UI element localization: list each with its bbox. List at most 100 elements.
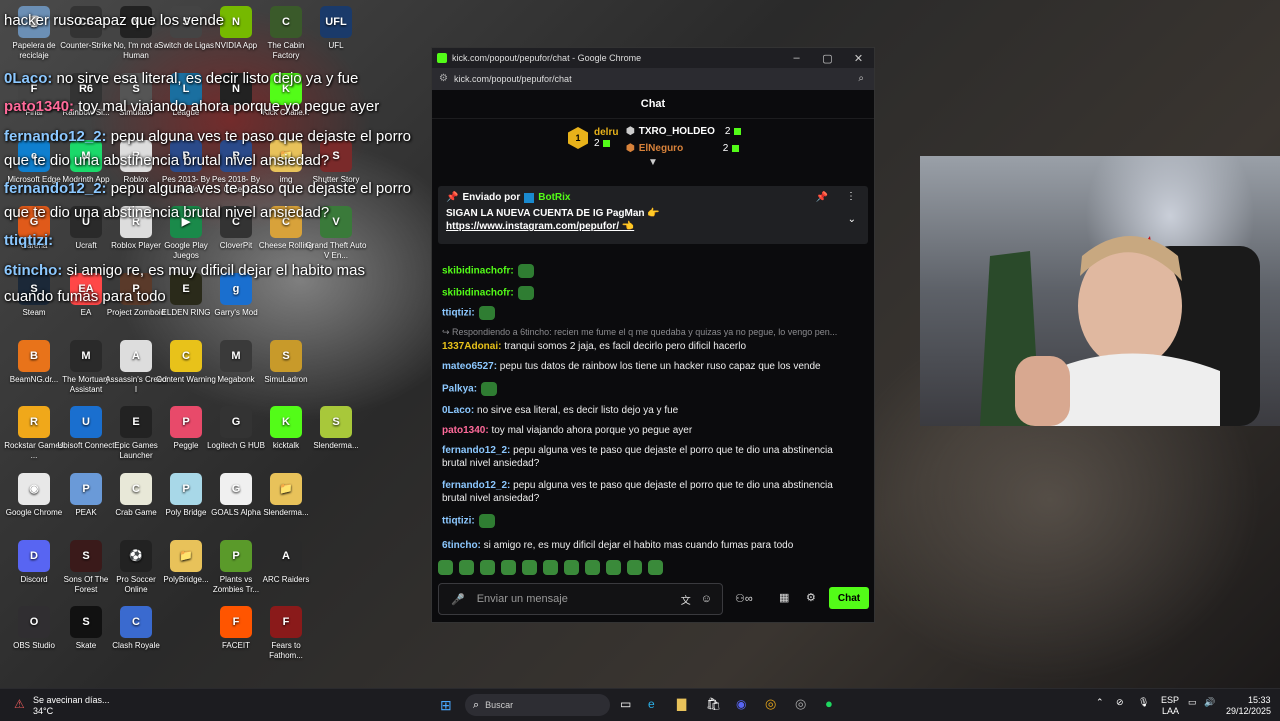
overlay-text: pepu alguna ves te paso que dejaste el p… xyxy=(106,128,411,145)
desktop-icon[interactable]: F Fears to Fathom... xyxy=(255,606,317,661)
chat-username[interactable]: 1337Adonai: xyxy=(442,341,501,352)
start-icon[interactable]: ⊞ xyxy=(440,697,452,714)
more-options-icon[interactable]: ⋮ xyxy=(846,191,856,202)
spotify-taskbar-icon[interactable]: ● xyxy=(825,696,833,711)
overlay-chat-line: cuando fumas para todo xyxy=(4,288,166,305)
mic-tray-icon[interactable]: 🎙 xyxy=(1138,697,1149,708)
store-taskbar-icon[interactable]: 🛍 xyxy=(706,697,721,711)
chat-username[interactable]: 0Laco: xyxy=(442,405,474,416)
weather-text[interactable]: Se avecinan días... xyxy=(33,695,110,705)
chat-input[interactable]: 🎤 Enviar un mensaje 文 ☺ xyxy=(438,583,723,615)
mic-icon[interactable]: 🎤 xyxy=(451,593,465,606)
quick-emote-icon[interactable] xyxy=(438,560,453,575)
translate-icon[interactable]: 文 xyxy=(681,592,691,607)
chat-message: fernando12_2: pepu alguna ves te paso qu… xyxy=(442,444,857,470)
volume-icon[interactable]: 🔊 xyxy=(1204,697,1215,708)
weather-icon[interactable]: ⚠ xyxy=(14,697,25,711)
network-off-icon[interactable]: ⊘ xyxy=(1116,697,1124,708)
minimize-icon[interactable]: – xyxy=(781,52,812,65)
leaderboard-first[interactable]: 1 delru 2 xyxy=(568,127,618,149)
maximize-icon[interactable]: ▢ xyxy=(812,52,843,65)
chat-message: 0Laco: no sirve esa literal, es decir li… xyxy=(442,404,857,417)
app-icon: C xyxy=(170,340,202,372)
users-icon[interactable]: ⚇∞ xyxy=(735,592,753,605)
chat-username[interactable]: pato1340: xyxy=(442,425,489,436)
app-icon: UFL xyxy=(320,6,352,38)
settings-icon[interactable]: ⚙ xyxy=(806,591,816,604)
emote-icon[interactable] xyxy=(478,306,495,320)
chat-username[interactable]: ttiqtizi: xyxy=(442,308,475,319)
url-text[interactable]: kick.com/popout/pepufor/chat xyxy=(454,74,572,84)
title-bar[interactable]: kick.com/popout/pepufor/chat - Google Ch… xyxy=(432,48,874,68)
app-icon: M xyxy=(70,340,102,372)
second-count: 2 xyxy=(724,126,731,137)
pinned-line2[interactable]: https://www.instagram.com/pepufor/ 👈 xyxy=(446,221,860,232)
chat-username[interactable]: fernando12_2: xyxy=(442,445,510,456)
app-icon: F xyxy=(270,606,302,638)
quick-emote-icon[interactable] xyxy=(459,560,474,575)
chat-message: skibidinachofr: xyxy=(442,264,857,278)
chat-username[interactable]: skibidinachofr: xyxy=(442,266,514,277)
leaderboard-third[interactable]: ⬢ ElNeguro 2 xyxy=(626,143,740,154)
tune-icon[interactable]: ⚙ xyxy=(439,73,448,84)
zoom-icon[interactable]: ⌕ xyxy=(858,73,864,84)
leaderboard-second[interactable]: ⬢ TXRO_HOLDEO 2 xyxy=(626,126,742,137)
chat-input-placeholder: Enviar un mensaje xyxy=(476,593,568,605)
search-box[interactable]: ⌕ Buscar xyxy=(465,694,610,716)
quick-emote-icon[interactable] xyxy=(606,560,621,575)
chevron-down-icon[interactable]: ⌄ xyxy=(848,214,856,225)
quick-emote-icon[interactable] xyxy=(480,560,495,575)
chrome-taskbar-icon[interactable]: ◎ xyxy=(765,696,776,712)
display-icon[interactable]: ▭ xyxy=(1188,697,1197,708)
emote-icon[interactable] xyxy=(517,264,534,278)
desktop-icon[interactable]: S Slenderma... xyxy=(305,406,367,451)
steam-taskbar-icon[interactable]: ◎ xyxy=(795,696,806,712)
desktop-icon[interactable]: UFL UFL xyxy=(305,6,367,51)
desktop-icon[interactable]: C Clash Royale xyxy=(105,606,167,651)
chat-username[interactable]: Palkya: xyxy=(442,384,477,395)
overlay-chat-line: 0Laco: no sirve esa literal, es decir li… xyxy=(4,70,358,87)
address-bar[interactable]: ⚙ kick.com/popout/pepufor/chat ⌕ xyxy=(432,68,874,90)
bot-badge-icon xyxy=(524,192,535,203)
pinned-line1: SIGAN LA NUEVA CUENTA DE IG PagMan 👉 xyxy=(446,208,660,219)
quick-emote-icon[interactable] xyxy=(522,560,537,575)
chat-username[interactable]: fernando12_2: xyxy=(442,480,510,491)
desktop-icon[interactable]: S SimuLadron xyxy=(255,340,317,385)
explorer-taskbar-icon[interactable]: ▇ xyxy=(677,697,686,711)
quick-emote-icon[interactable] xyxy=(501,560,516,575)
close-icon[interactable]: ✕ xyxy=(843,52,874,65)
window-title: kick.com/popout/pepufor/chat - Google Ch… xyxy=(452,53,642,63)
unpin-icon[interactable]: 📌 xyxy=(816,192,828,203)
chat-username[interactable]: ttiqtizi: xyxy=(442,516,475,527)
store-icon[interactable]: ▦ xyxy=(779,591,789,604)
discord-taskbar-icon[interactable]: ◉ xyxy=(736,697,746,711)
task-view-icon[interactable]: ▭ xyxy=(620,697,631,711)
desktop-icon[interactable]: g Garry's Mod xyxy=(205,273,267,318)
lang-indicator[interactable]: ESP xyxy=(1161,695,1179,705)
quick-emote-icon[interactable] xyxy=(627,560,642,575)
chat-username[interactable]: skibidinachofr: xyxy=(442,288,514,299)
clock-time[interactable]: 15:33 xyxy=(1248,695,1271,705)
send-chat-button[interactable]: Chat xyxy=(829,587,869,609)
quick-emote-icon[interactable] xyxy=(585,560,600,575)
quick-emote-icon[interactable] xyxy=(543,560,558,575)
overlay-chat-line: que te dio una abstinencia brutal nivel … xyxy=(4,152,329,169)
emoji-icon[interactable]: ☺ xyxy=(701,593,712,605)
filter-icon[interactable]: ▼ xyxy=(648,157,658,168)
desktop-icon[interactable]: A ARC Raiders xyxy=(255,540,317,585)
app-icon: P xyxy=(70,473,102,505)
emote-icon[interactable] xyxy=(481,382,498,396)
desktop-icon[interactable]: 📁 Slenderma... xyxy=(255,473,317,518)
emote-icon[interactable] xyxy=(478,514,495,528)
quick-emote-icon[interactable] xyxy=(648,560,663,575)
chat-username[interactable]: 6tincho: xyxy=(442,540,481,551)
quick-emote-icon[interactable] xyxy=(564,560,579,575)
tray-chevron-icon[interactable]: ⌃ xyxy=(1096,697,1104,708)
app-icon: D xyxy=(18,540,50,572)
edge-taskbar-icon[interactable]: e xyxy=(648,697,655,711)
chat-username[interactable]: mateo6527: xyxy=(442,361,497,372)
emote-icon[interactable] xyxy=(517,286,534,300)
overlay-username: ttiqtizi: xyxy=(4,232,54,249)
pinned-message[interactable]: 📌 Enviado por BotRix SIGAN LA NUEVA CUEN… xyxy=(438,186,868,244)
app-icon: B xyxy=(18,340,50,372)
